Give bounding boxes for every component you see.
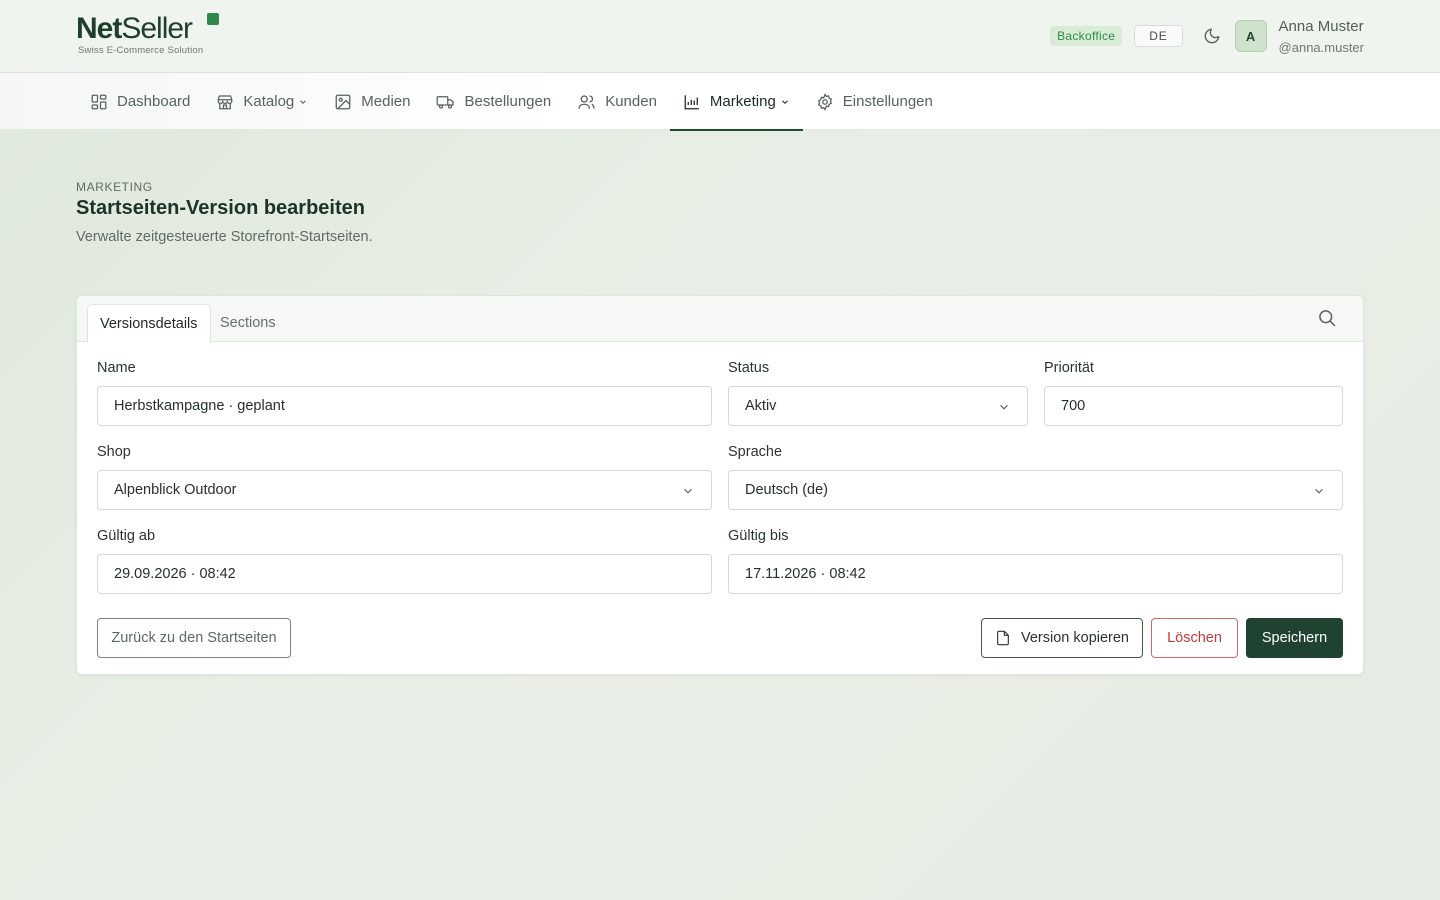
priority-label: Priorität [1044,360,1094,376]
chevron-down-icon [684,488,692,494]
valid-from-input[interactable]: 29.09.2026 · 08:42 [97,554,712,594]
nav-item-dashboard[interactable]: Dashboard [77,73,203,130]
chevron-down-icon [1000,404,1008,410]
tab-sections[interactable]: Sections [208,304,288,342]
priority-input[interactable]: 700 [1044,386,1343,426]
status-select[interactable]: Aktiv [728,386,1028,426]
truck-icon [437,95,455,109]
back-to-homepages-button[interactable]: Zurück zu den Startseiten [97,618,291,658]
valid-to-input[interactable]: 17.11.2026 · 08:42 [728,554,1343,594]
chevron-down-icon [781,99,788,104]
delete-button[interactable]: Löschen [1151,618,1238,658]
page-subtitle: Verwalte zeitgesteuerte Storefront-Start… [76,229,373,245]
user-handle: @anna.muster [1278,39,1364,55]
shop-label: Shop [97,444,131,460]
nav-item-marketing[interactable]: Marketing [669,73,803,131]
language-label: Sprache [728,444,783,460]
copy-version-button[interactable]: Version kopieren [981,618,1143,658]
store-icon [218,94,233,109]
main-nav: Dashboard Katalog Medien Bestellungen Ku… [0,73,1440,131]
shop-select[interactable]: Alpenblick Outdoor [97,470,712,510]
valid-from-label: Gültig ab [97,528,156,544]
valid-to-label: Gültig bis [728,528,789,544]
logo-seller: Seller [121,12,193,45]
page-title: Startseiten-Version bearbeiten [76,197,365,219]
tab-versionsdetails[interactable]: Versionsdetails [87,304,211,343]
top-bar: NetSeller Swiss E-Commerce Solution Back… [0,0,1440,73]
nav-item-medien[interactable]: Medien [321,73,423,130]
dashboard-icon [91,94,107,109]
save-button[interactable]: Speichern [1246,618,1343,658]
chevron-down-icon [1315,488,1323,494]
language-select[interactable]: Deutsch (de) [728,470,1343,510]
nav-item-katalog[interactable]: Katalog [203,73,321,130]
netseller-logo[interactable]: NetSeller Swiss E-Commerce Solution [76,12,226,58]
gear-icon [817,92,832,111]
page-eyebrow: MARKETING [76,180,153,194]
chevron-down-icon [300,99,307,104]
search-icon [1319,310,1336,327]
nav-item-bestellungen[interactable]: Bestellungen [423,73,564,130]
user-name: Anna Muster [1278,17,1364,35]
image-icon [335,94,351,109]
status-label: Status [728,360,770,376]
name-input[interactable]: Herbstkampagne · geplant [97,386,712,426]
version-form-card: Versionsdetails Sections Name Herbstkamp… [76,295,1364,675]
chart-icon [684,94,699,109]
dark-mode-toggle[interactable] [1195,19,1229,53]
environment-badge: Backoffice [1050,26,1123,46]
header-right: Backoffice DE A Anna Muster @anna.muster [1050,18,1364,55]
logo-net: Net [76,12,122,45]
file-icon [997,630,1009,646]
logo-leaf-icon [207,13,219,25]
name-label: Name [97,360,136,376]
user-menu[interactable]: Anna Muster @anna.muster [1279,18,1364,55]
nav-item-kunden[interactable]: Kunden [564,73,670,130]
language-switch-button[interactable]: DE [1134,25,1183,47]
search-button[interactable] [1317,308,1341,332]
avatar[interactable]: A [1234,20,1267,52]
moon-icon [1204,28,1219,44]
logo-tagline: Swiss E-Commerce Solution [78,45,204,56]
nav-item-einstellungen[interactable]: Einstellungen [803,73,946,130]
tab-bar: Versionsdetails Sections [77,296,1363,343]
users-icon [578,94,595,109]
